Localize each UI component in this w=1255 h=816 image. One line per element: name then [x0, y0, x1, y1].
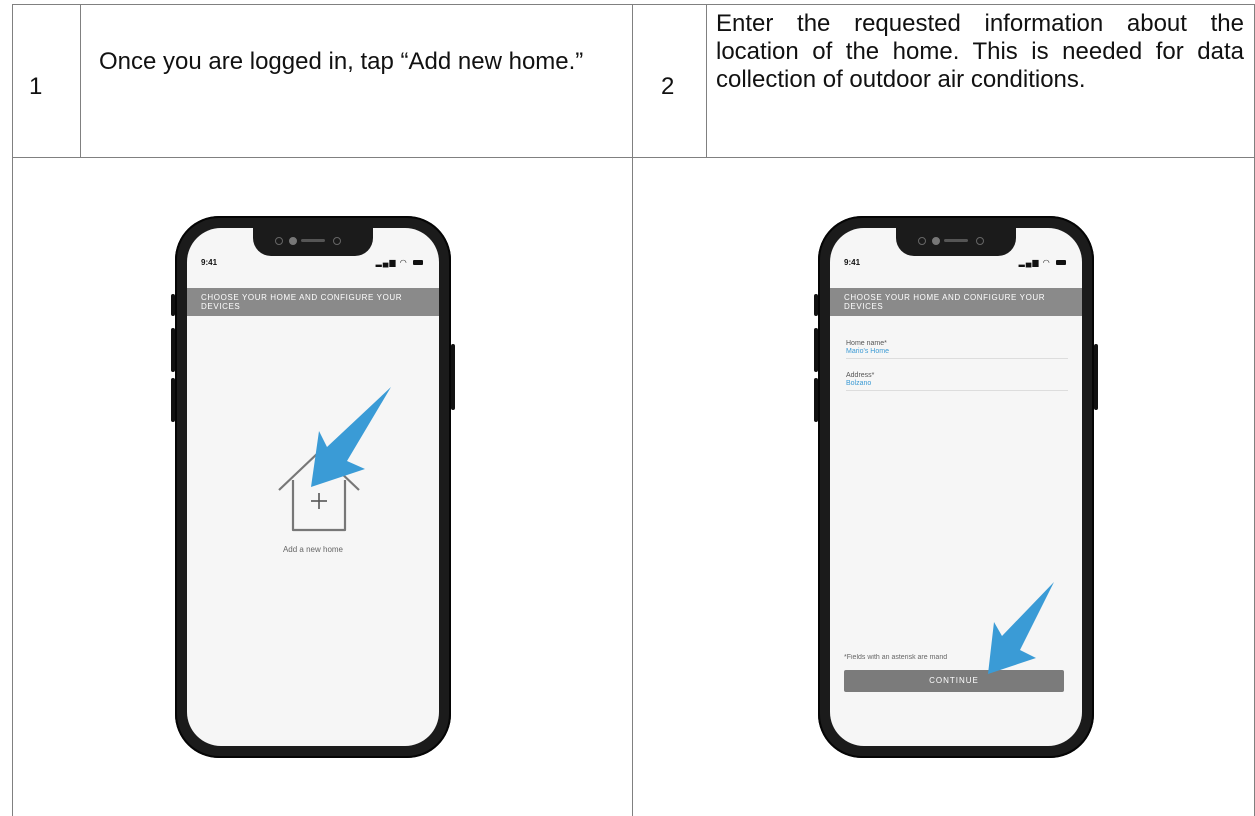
phone-power-button	[451, 344, 455, 410]
sensor-dot	[918, 237, 926, 245]
phone-mockup-add-home: 9:41 ▂▄▆ ◠ CHOOSE YOUR HOME AND CONFIGUR…	[171, 216, 455, 758]
phone-screen: 9:41 ▂▄▆ ◠ CHOOSE YOUR HOME AND CONFIGUR…	[187, 228, 439, 746]
step-text-1: Once you are logged in, tap “Add new hom…	[99, 48, 584, 75]
phone-power-button	[1094, 344, 1098, 410]
status-icons: ▂▄▆ ◠	[1019, 258, 1066, 267]
table-row-divider	[12, 157, 1255, 158]
add-home-label[interactable]: Add a new home	[187, 545, 439, 554]
wifi-icon: ◠	[399, 258, 408, 267]
sensor-dot	[976, 237, 984, 245]
screen-header-title: CHOOSE YOUR HOME AND CONFIGURE YOUR DEVI…	[201, 293, 403, 311]
table-column-divider	[632, 4, 633, 816]
signal-icon: ▂▄▆	[1018, 258, 1040, 267]
home-name-label: Home name*	[846, 340, 887, 347]
address-value[interactable]: Bolzano	[846, 380, 1068, 388]
phone-notch	[896, 228, 1016, 256]
table-step-divider-2	[706, 4, 707, 157]
status-icons: ▂▄▆ ◠	[376, 258, 423, 267]
wifi-icon: ◠	[1042, 258, 1051, 267]
home-name-field[interactable]: Home name* Mario's Home	[846, 340, 1068, 359]
phone-screen: 9:41 ▂▄▆ ◠ CHOOSE YOUR HOME AND CONFIGUR…	[830, 228, 1082, 746]
step-number-2: 2	[661, 73, 675, 100]
camera-dot	[932, 237, 940, 245]
screen-header-title: CHOOSE YOUR HOME AND CONFIGURE YOUR DEVI…	[844, 293, 1046, 311]
address-label: Address*	[846, 372, 875, 379]
phone-mockup-home-details: 9:41 ▂▄▆ ◠ CHOOSE YOUR HOME AND CONFIGUR…	[814, 216, 1098, 758]
step-text-2: Enter the requested information about th…	[716, 10, 1244, 93]
table-step-divider-1	[80, 4, 81, 157]
table-border-top	[12, 4, 1255, 5]
address-field[interactable]: Address* Bolzano	[846, 372, 1068, 391]
speaker-grille	[944, 239, 968, 242]
camera-dot	[289, 237, 297, 245]
speaker-grille	[301, 239, 325, 242]
screen-header: CHOOSE YOUR HOME AND CONFIGURE YOUR DEVI…	[187, 288, 439, 316]
step-number-1: 1	[29, 73, 43, 100]
sensor-dot	[275, 237, 283, 245]
pointer-arrow-icon	[988, 582, 1054, 674]
phone-notch	[253, 228, 373, 256]
table-border-left	[12, 4, 13, 816]
battery-icon	[1056, 260, 1066, 266]
battery-icon	[413, 260, 423, 266]
sensor-dot	[333, 237, 341, 245]
screen-header: CHOOSE YOUR HOME AND CONFIGURE YOUR DEVI…	[830, 288, 1082, 316]
pointer-arrow-icon	[311, 387, 391, 487]
signal-icon: ▂▄▆	[375, 258, 397, 267]
status-time: 9:41	[201, 258, 218, 267]
status-time: 9:41	[844, 258, 861, 267]
home-name-value[interactable]: Mario's Home	[846, 348, 1068, 356]
